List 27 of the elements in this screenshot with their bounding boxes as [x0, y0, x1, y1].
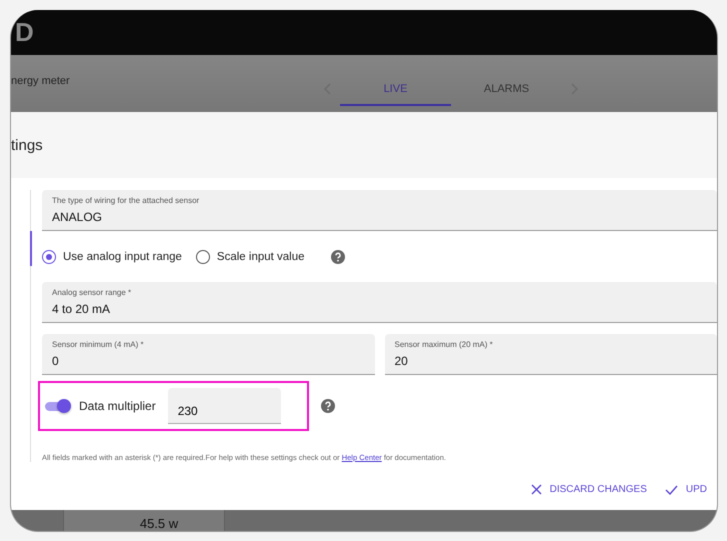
reading-value: 45.5 w — [140, 516, 178, 531]
minimum-field[interactable]: Sensor minimum (4 mA) * 0 — [42, 334, 374, 375]
update-button[interactable]: UPD — [660, 480, 711, 499]
field-label: Sensor minimum (4 mA) * — [52, 340, 145, 349]
radio-option[interactable]: Scale input value — [196, 250, 305, 264]
close-icon — [530, 484, 542, 495]
range-field[interactable]: Analog sensor range * 4 to 20 mA — [42, 282, 717, 323]
radio-option[interactable]: Use analog input range — [42, 250, 182, 264]
field-value: 20 — [394, 354, 409, 368]
check-icon — [664, 484, 678, 494]
field-label: Sensor maximum (20 mA) * — [394, 340, 494, 349]
field-label: Analog sensor range * — [52, 288, 132, 297]
field-value: 0 — [52, 354, 60, 368]
field-value: ANALOG — [52, 210, 104, 224]
discard-button[interactable]: DISCARD CHANGES — [526, 480, 651, 499]
field-label: The type of wiring for the attached sensor — [52, 196, 200, 205]
dialog-title: tings — [11, 136, 43, 154]
maximum-field[interactable]: Sensor maximum (20 mA) * 20 — [384, 334, 717, 375]
toggle-switch[interactable] — [45, 399, 71, 413]
multiplier-label: Data multiplier — [79, 399, 156, 413]
help-icon[interactable] — [330, 250, 345, 264]
device-name: nergy meter — [11, 75, 70, 87]
help-icon[interactable] — [321, 399, 335, 413]
multiplier-input[interactable]: 230 — [168, 388, 281, 424]
wiring-field[interactable]: The type of wiring for the attached sensor ANALOG — [42, 190, 717, 231]
field-value: 4 to 20 mA — [52, 302, 112, 316]
logo: D — [15, 17, 34, 48]
